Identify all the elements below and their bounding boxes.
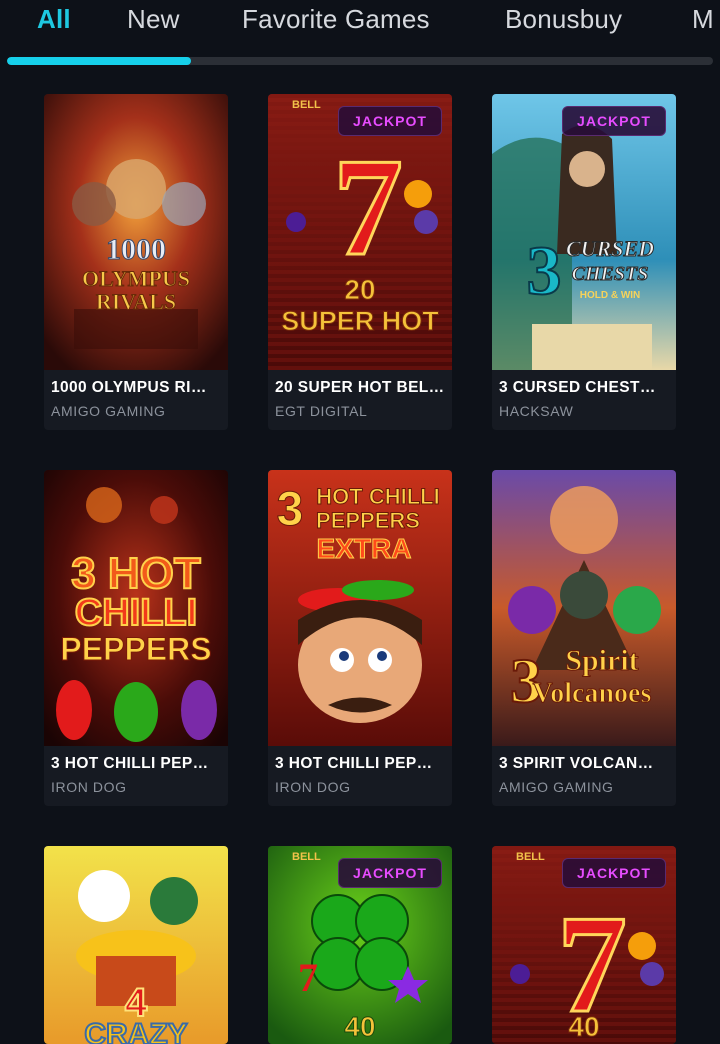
game-card[interactable]: BELL 7 40 JACKPOT [268, 846, 452, 1044]
game-card[interactable]: BELL 7 20 SUPER HOT JACKPOT 20 SUPER HOT… [268, 94, 452, 430]
svg-text:EXTRA: EXTRA [317, 533, 412, 564]
svg-text:40: 40 [344, 1011, 375, 1042]
jackpot-badge: JACKPOT [562, 106, 666, 136]
category-tabs: All New Favorite Games Bonusbuy M [0, 0, 720, 44]
game-provider: IRON DOG [275, 779, 351, 795]
svg-text:HOT CHILLI: HOT CHILLI [316, 484, 439, 509]
tab-scroll-track [7, 57, 713, 65]
jackpot-badge: JACKPOT [338, 858, 442, 888]
svg-text:3: 3 [527, 233, 562, 310]
game-provider: EGT DIGITAL [275, 403, 368, 419]
svg-text:Spirit: Spirit [565, 644, 638, 677]
game-thumbnail[interactable]: BELL 7 20 SUPER HOT JACKPOT [268, 94, 452, 370]
svg-text:CHILLI: CHILLI [75, 592, 197, 634]
svg-text:RIVALS: RIVALS [96, 289, 176, 314]
svg-text:HOLD & WIN: HOLD & WIN [580, 290, 641, 301]
svg-text:20: 20 [344, 274, 375, 305]
game-card[interactable]: 3 HOT CHILLI PEPPERS EXTRA 3 HOT CHILLI … [268, 470, 452, 806]
svg-text:PEPPERS: PEPPERS [60, 631, 211, 667]
game-provider: AMIGO GAMING [51, 403, 166, 419]
jackpot-badge: JACKPOT [562, 858, 666, 888]
game-card[interactable]: 3 HOT CHILLI PEPPERS 3 HOT CHILLI PEP… I… [44, 470, 228, 806]
game-thumbnail[interactable]: 1000 OLYMPUS RIVALS [44, 94, 228, 370]
tab-more[interactable]: M [692, 4, 714, 35]
svg-text:CURSED: CURSED [566, 236, 654, 261]
game-thumbnail[interactable]: 4 CRAZY [44, 846, 228, 1044]
svg-text:7: 7 [298, 955, 318, 1000]
tab-favorite-games[interactable]: Favorite Games [242, 4, 430, 35]
svg-text:3: 3 [277, 483, 304, 536]
svg-text:Volcanoes: Volcanoes [533, 678, 652, 709]
svg-text:40: 40 [568, 1011, 599, 1042]
tab-all[interactable]: All [37, 4, 71, 35]
svg-text:3 HOT: 3 HOT [71, 549, 201, 598]
game-card[interactable]: 3 CURSED CHESTS HOLD & WIN JACKPOT 3 CUR… [492, 94, 676, 430]
svg-text:CRAZY: CRAZY [84, 1018, 187, 1044]
svg-text:PEPPERS: PEPPERS [316, 508, 420, 533]
game-title: 3 HOT CHILLI PEP… [51, 755, 209, 772]
svg-text:CHESTS: CHESTS [572, 263, 649, 285]
game-thumbnail[interactable]: 3 Spirit Volcanoes [492, 470, 676, 746]
game-provider: HACKSAW [499, 403, 574, 419]
svg-text:1000: 1000 [106, 233, 166, 266]
game-title: 1000 OLYMPUS RI… [51, 379, 207, 396]
tab-bonusbuy[interactable]: Bonusbuy [505, 4, 622, 35]
game-thumbnail[interactable]: BELL 7 40 JACKPOT [492, 846, 676, 1044]
svg-text:BELL: BELL [292, 99, 321, 111]
game-title: 3 SPIRIT VOLCAN… [499, 755, 654, 772]
game-card[interactable]: BELL 7 40 JACKPOT [492, 846, 676, 1044]
game-thumbnail[interactable]: 3 HOT CHILLI PEPPERS EXTRA [268, 470, 452, 746]
tab-scroll-indicator [7, 57, 191, 65]
game-title: 20 SUPER HOT BEL… [275, 379, 445, 396]
game-card[interactable]: 3 Spirit Volcanoes 3 SPIRIT VOLCAN… AMIG… [492, 470, 676, 806]
jackpot-badge: JACKPOT [338, 106, 442, 136]
game-title: 3 HOT CHILLI PEP… [275, 755, 433, 772]
svg-text:7: 7 [333, 130, 403, 285]
game-thumbnail[interactable]: 3 HOT CHILLI PEPPERS [44, 470, 228, 746]
game-thumbnail[interactable]: 3 CURSED CHESTS HOLD & WIN JACKPOT [492, 94, 676, 370]
game-provider: AMIGO GAMING [499, 779, 614, 795]
svg-text:SUPER HOT: SUPER HOT [281, 306, 439, 336]
game-card[interactable]: 4 CRAZY [44, 846, 228, 1044]
game-card[interactable]: 1000 OLYMPUS RIVALS 1000 OLYMPUS RI… AMI… [44, 94, 228, 430]
game-thumbnail[interactable]: BELL 7 40 JACKPOT [268, 846, 452, 1044]
svg-text:BELL: BELL [516, 851, 545, 863]
svg-text:BELL: BELL [292, 851, 321, 863]
svg-text:OLYMPUS: OLYMPUS [82, 266, 190, 291]
tab-new[interactable]: New [127, 4, 180, 35]
game-provider: IRON DOG [51, 779, 127, 795]
game-title: 3 CURSED CHEST… [499, 379, 656, 396]
